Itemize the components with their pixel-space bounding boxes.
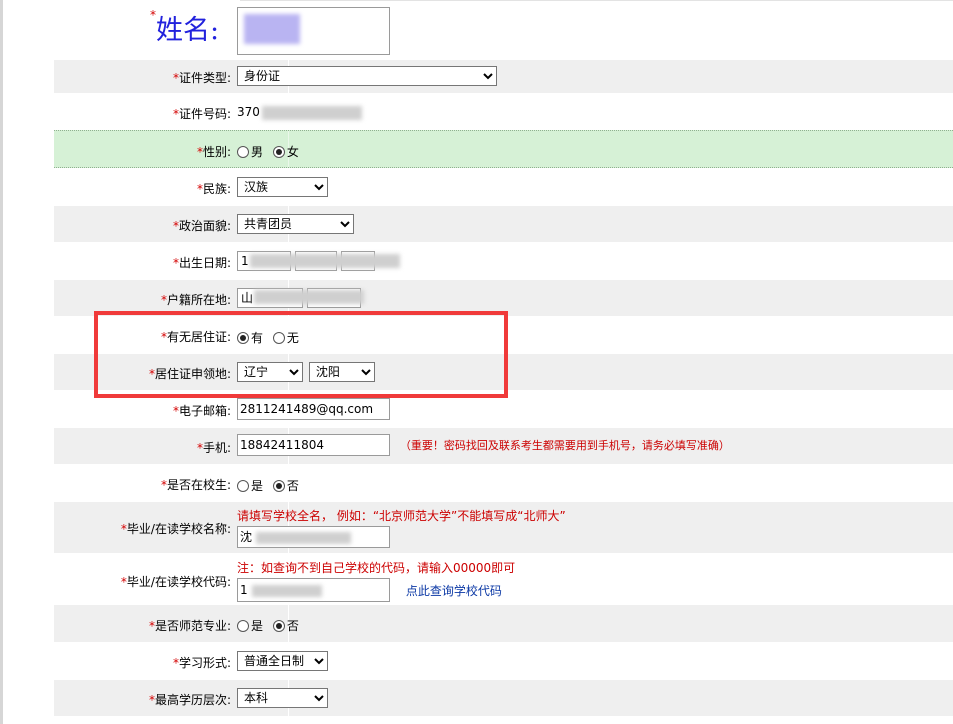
is-student-option-yes[interactable]: 是 [237, 479, 263, 493]
school-code-lookup-link[interactable]: 点此查询学校代码 [406, 584, 502, 598]
row-gender: *性别: 男 女 [54, 130, 953, 168]
political-status-select[interactable]: 共青团员 [237, 214, 354, 234]
row-education-level: *最高学历层次: 本科 [54, 680, 953, 716]
school-code-hint-text: 注：如查询不到自己学校的代码，请输入00000即可 [237, 561, 516, 575]
school-name-label: *毕业/在读学校名称: [121, 520, 231, 537]
option-text: 男 [251, 145, 264, 159]
id-type-select[interactable]: 身份证 [237, 66, 497, 86]
study-mode-select[interactable]: 普通全日制 [237, 651, 328, 671]
label-text: 政治面貌: [178, 219, 231, 233]
household-location-redaction [254, 290, 364, 304]
study-mode-label: *学习形式: [173, 654, 231, 671]
row-political-status: *政治面貌: 共青团员 [54, 206, 953, 242]
is-normal-major-option-no[interactable]: 否 [272, 619, 299, 633]
label-text: 证件号码: [178, 107, 231, 121]
radio-yes[interactable] [237, 620, 249, 632]
option-text: 是 [251, 479, 264, 493]
school-code-label: *毕业/在读学校代码: [121, 573, 231, 590]
school-name-input[interactable]: 沈 [237, 526, 390, 548]
label-text: 学习形式: [178, 656, 231, 670]
label-text: 户籍所在地: [166, 293, 231, 307]
is-student-option-no[interactable]: 否 [272, 479, 299, 493]
name-redaction-inner [244, 14, 300, 44]
school-name-redaction [256, 531, 352, 544]
label-text: 毕业/在读学校代码: [126, 575, 231, 589]
radio-male[interactable] [237, 146, 249, 158]
birth-year-prefix: 1 [241, 254, 249, 268]
name-label: *姓名: [150, 8, 219, 47]
radio-no[interactable] [272, 620, 285, 632]
is-student-label: *是否在校生: [161, 476, 231, 493]
label-text: 毕业/在读学校名称: [126, 522, 231, 536]
label-text: 民族: [202, 182, 231, 196]
school-code-redaction [251, 584, 322, 597]
household-province-prefix: 山 [241, 291, 254, 305]
window-left-edge [0, 0, 3, 724]
row-ethnicity: *民族: 汉族 [54, 168, 953, 206]
id-number-value[interactable]: 370 [237, 105, 362, 120]
option-text: 是 [251, 619, 264, 633]
is-normal-major-label: *是否师范专业: [149, 617, 231, 634]
political-status-label: *政治面貌: [173, 217, 231, 234]
label-text: 最高学历层次: [154, 693, 231, 707]
gender-label: *性别: [197, 143, 231, 160]
radio-no[interactable] [272, 480, 285, 492]
ethnicity-select[interactable]: 汉族 [237, 177, 328, 197]
birth-date-label: *出生日期: [173, 254, 231, 271]
household-location-label: *户籍所在地: [161, 291, 231, 308]
highlight-annotation-box [94, 311, 508, 398]
gender-option-female[interactable]: 女 [272, 145, 299, 159]
label-text: 是否师范专业: [154, 619, 231, 633]
id-number-redaction [261, 105, 362, 120]
row-is-student: *是否在校生: 是 否 [54, 464, 953, 502]
birth-date-redaction [250, 254, 400, 268]
phone-note: （重要！密码找回及联系考生都需要用到手机号，请务必填写准确） [399, 439, 730, 452]
name-label-text: 姓名: [156, 15, 220, 46]
row-is-normal-major: *是否师范专业: 是 否 [54, 605, 953, 642]
school-code-input[interactable]: 1 [237, 578, 390, 602]
radio-yes[interactable] [237, 480, 249, 492]
phone-input[interactable] [237, 434, 390, 456]
top-divider [240, 0, 953, 1]
option-text: 否 [286, 619, 299, 633]
email-label: *电子邮箱: [173, 402, 231, 419]
row-id-number: *证件号码: 370 [54, 93, 953, 130]
option-text: 女 [286, 145, 299, 159]
radio-female[interactable] [272, 146, 285, 158]
row-school-code: *毕业/在读学校代码: 注：如查询不到自己学校的代码，请输入00000即可 1 … [54, 553, 953, 605]
row-id-type: *证件类型: 身份证 [54, 60, 953, 93]
education-level-select[interactable]: 本科 [237, 688, 328, 708]
option-text: 否 [286, 479, 299, 493]
gender-option-male[interactable]: 男 [237, 145, 263, 159]
row-school-name: *毕业/在读学校名称: 请填写学校全名， 例如：“北京师范大学”不能填写成“北师… [54, 502, 953, 553]
school-code-prefix: 1 [240, 583, 248, 597]
label-text: 证件类型: [178, 71, 231, 85]
is-normal-major-option-yes[interactable]: 是 [237, 619, 263, 633]
school-name-field[interactable]: 沈 [237, 526, 390, 548]
label-text: 性别: [202, 145, 231, 159]
education-level-label: *最高学历层次: [149, 691, 231, 708]
ethnicity-label: *民族: [197, 180, 231, 197]
row-birth-date: *出生日期: 1 [54, 242, 953, 280]
school-name-hint-text: 请填写学校全名， 例如：“北京师范大学”不能填写成“北师大” [237, 509, 566, 523]
label-text: 手机: [202, 441, 231, 455]
row-study-mode: *学习形式: 普通全日制 [54, 642, 953, 680]
id-number-label: *证件号码: [173, 105, 231, 122]
phone-label: *手机: [197, 439, 231, 456]
id-type-label: *证件类型: [173, 69, 231, 86]
school-name-prefix: 沈 [240, 530, 253, 544]
email-input[interactable] [237, 398, 390, 420]
row-phone: *手机: （重要！密码找回及联系考生都需要用到手机号，请务必填写准确） [54, 428, 953, 464]
label-text: 电子邮箱: [178, 404, 231, 418]
school-name-hint: 请填写学校全名， 例如：“北京师范大学”不能填写成“北师大” [237, 507, 566, 524]
id-number-prefix: 370 [237, 105, 260, 119]
label-text: 出生日期: [178, 256, 231, 270]
school-code-hint: 注：如查询不到自己学校的代码，请输入00000即可 [237, 559, 515, 576]
label-text: 是否在校生: [166, 478, 231, 492]
